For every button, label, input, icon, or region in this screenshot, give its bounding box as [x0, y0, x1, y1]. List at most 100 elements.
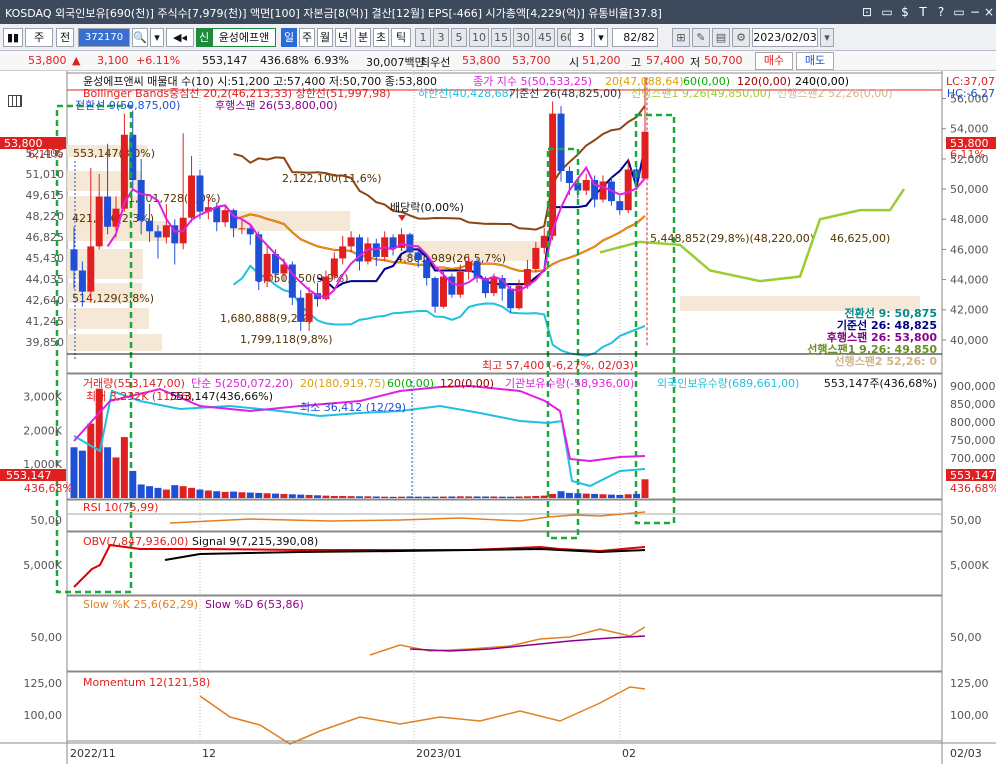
volume-bar [372, 496, 380, 498]
buy-button[interactable]: 매수 [755, 52, 793, 70]
stoch-rtick: 50,00 [950, 631, 982, 644]
volume-bar [624, 494, 632, 498]
count-input[interactable]: 3 [570, 28, 592, 47]
chart-type-icon[interactable]: ▮▮ [3, 28, 23, 47]
ichimoku-legend: 선행스팬2 52,26: 0 [834, 354, 937, 368]
stoch-d-line [409, 635, 646, 652]
volume-bar [448, 496, 456, 498]
dollar-icon[interactable]: $ [898, 4, 912, 20]
volume-bar [481, 496, 489, 498]
prev-button[interactable]: 전 [56, 28, 74, 47]
volume-tag: 553,147 [6, 469, 52, 482]
turnover-pct: 6.93% [314, 54, 349, 67]
interval-3[interactable]: 3 [433, 28, 449, 47]
save-icon[interactable]: ▤ [712, 28, 730, 47]
volume-bar [549, 493, 557, 498]
institution-header: 기관보유수량(-58,936,00) [505, 377, 634, 390]
period-tab-second[interactable]: 초 [373, 28, 389, 47]
vol-ma120-header: 120(0,00) [440, 377, 494, 390]
sell-button[interactable]: 매도 [796, 52, 834, 70]
ichimoku-legend: 후행스팬 26: 53,800 [827, 330, 938, 344]
period-tab-tick[interactable]: 틱 [391, 28, 411, 47]
calendar-icon[interactable]: ▾ [820, 28, 834, 47]
stoch-k-header: Slow %K 25,6(62,29) [83, 598, 198, 611]
candle-body [162, 225, 170, 238]
base-line-header: 기준선 26(48,825,00) [509, 87, 621, 100]
chart-area[interactable]: 553,147(3,0%) 1,101,728(6,0%) 2,122,100(11… [0, 71, 996, 764]
binoculars-icon[interactable]: ⊞ [672, 28, 690, 47]
volume-bar [330, 495, 338, 498]
price-tick-left: 51,010 [26, 168, 65, 181]
interval-30[interactable]: 30 [513, 28, 533, 47]
panel-frame-2 [66, 499, 943, 532]
settings-icon[interactable]: ⚙ [732, 28, 750, 47]
volume-tick: 2,000K [23, 424, 62, 437]
price-tick-left: 39,850 [26, 336, 65, 349]
candle-body [305, 293, 313, 322]
interval-45[interactable]: 45 [535, 28, 555, 47]
volume-bar [381, 496, 389, 498]
momentum-rtick-1: 125,00 [950, 677, 989, 690]
volume-bar [540, 495, 548, 498]
tool-icon[interactable]: ✎ [692, 28, 710, 47]
span1-header: 선행스팬1 9,26(49,850,00) [631, 87, 771, 100]
volume-bar [465, 496, 473, 498]
volume-bar [288, 494, 296, 498]
volume-bar [507, 496, 515, 498]
restore-icon[interactable]: ▭ [952, 4, 966, 20]
candle-body [78, 270, 86, 292]
volume-rtag: 553,147 [950, 469, 996, 482]
candle-body [557, 113, 565, 171]
chart-toolbar: ▮▮ 주 전 372170 🔍 ▾ ◀◂ 신 윤성에프앤 일 주 월 년 분 초… [0, 24, 996, 51]
volume-bar [565, 492, 573, 498]
interval-10[interactable]: 10 [469, 28, 489, 47]
search-icon[interactable]: 🔍 [132, 28, 148, 47]
period-tab-minute[interactable]: 분 [355, 28, 371, 47]
interval-5[interactable]: 5 [451, 28, 467, 47]
obv-signal-header: Signal 9(7,215,390,08) [192, 535, 318, 548]
obv-header: OBV(7,847,936,00) [83, 535, 188, 548]
volume-bar [498, 496, 506, 498]
right-price-tag-pct: 6,11% [950, 148, 985, 161]
volume-bar [272, 493, 280, 498]
volume-bar [137, 484, 145, 498]
volume-bar [297, 494, 305, 498]
x-axis-label: 02 [622, 747, 636, 760]
period-tab-month[interactable]: 월 [317, 28, 333, 47]
interval-1[interactable]: 1 [415, 28, 431, 47]
change-pct: +6.11% [136, 54, 181, 67]
price-tick-left: 42,640 [26, 294, 65, 307]
help-icon[interactable]: ? [934, 4, 948, 20]
period-tab-week[interactable]: 주 [299, 28, 315, 47]
volume-bar [431, 496, 439, 498]
period-tab-year[interactable]: 년 [335, 28, 351, 47]
candle-body [389, 237, 397, 248]
volume-bar [607, 494, 615, 498]
date-input[interactable]: 2023/02/03 [752, 28, 818, 47]
holding-tick: 800,000 [950, 416, 996, 429]
candle-body [532, 247, 540, 270]
minimize-icon[interactable]: − [968, 4, 982, 20]
conversion-header: 전환선 9(50,875,00) [75, 99, 180, 112]
volume-bar [389, 496, 397, 498]
conversion-line [317, 145, 646, 290]
span2-header: 선행스팬2 52,26(0,00) [777, 87, 893, 100]
quote-bar: 53,800 ▲ 3,100 +6.11% 553,147 436.68% 6.… [0, 51, 996, 71]
stock-code-input[interactable]: 372170 [78, 28, 130, 47]
interval-15[interactable]: 15 [491, 28, 511, 47]
period-tab-day[interactable]: 일 [281, 28, 297, 47]
market-select[interactable]: 주 [25, 28, 53, 47]
obv-rtick: 5,000K [950, 559, 989, 572]
close-icon[interactable]: × [982, 4, 996, 20]
candle-body [146, 220, 154, 232]
count-dropdown-icon[interactable]: ▾ [594, 28, 608, 47]
sound-icon[interactable]: ◀◂ [166, 28, 194, 47]
volume-profile-box [230, 211, 350, 231]
dropdown-icon[interactable]: ▾ [150, 28, 164, 47]
volume-bar [305, 494, 313, 498]
volume-tick: 3,000K [23, 391, 62, 404]
frame-icon[interactable]: ▭ [880, 4, 894, 20]
layout-icon[interactable]: ⊡ [860, 4, 874, 20]
x-axis-label: 12 [202, 747, 216, 760]
text-icon[interactable]: T [916, 4, 930, 20]
